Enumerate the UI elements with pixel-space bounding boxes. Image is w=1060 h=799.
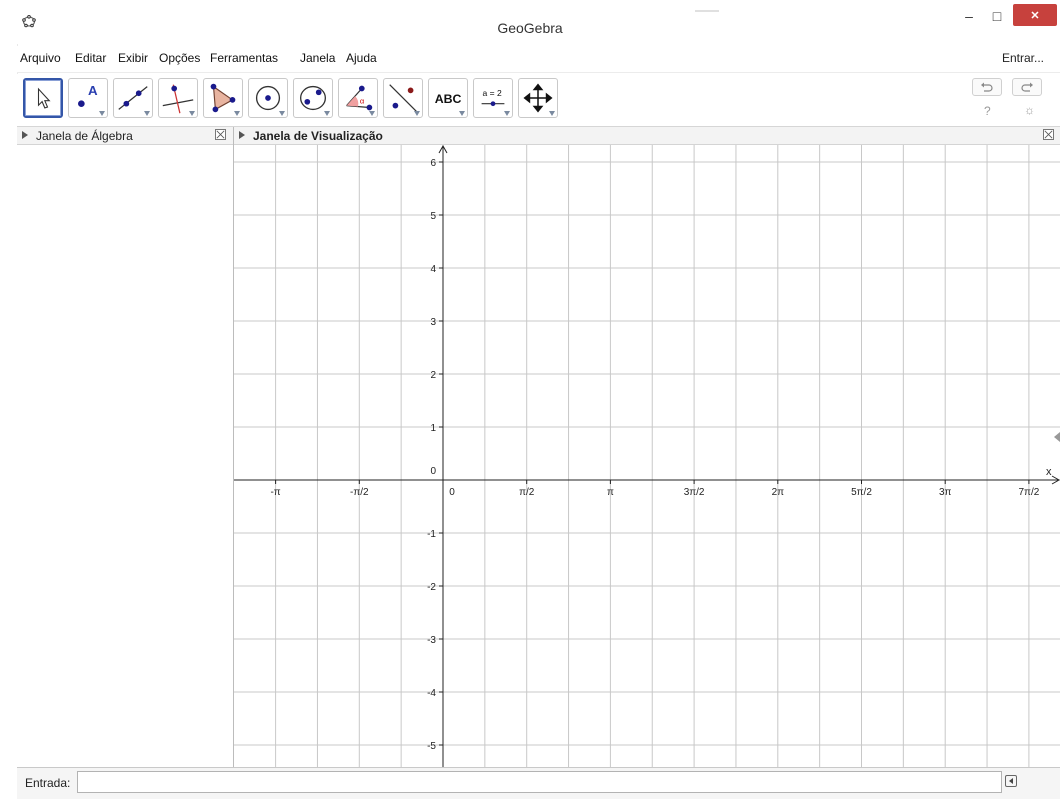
undo-icon — [981, 82, 993, 92]
slider-tool-label: a = 2 — [483, 88, 502, 98]
help-icon[interactable]: ? — [984, 104, 991, 118]
text-tool-button[interactable]: ABC — [428, 78, 468, 118]
algebra-view-title: Janela de Álgebra — [36, 129, 133, 143]
input-field[interactable] — [77, 771, 1002, 793]
x-tick-label: π — [607, 487, 614, 498]
redo-icon — [1021, 82, 1033, 92]
maximize-icon: □ — [992, 8, 1002, 24]
graphics-view-header: Janela de Visualização — [234, 127, 1060, 145]
move-tool-button[interactable] — [23, 78, 63, 118]
close-icon: ✕ — [1030, 9, 1040, 22]
undo-redo-area: ? ☼ — [972, 78, 1048, 122]
redo-button[interactable] — [1012, 78, 1042, 96]
close-button[interactable]: ✕ — [1013, 4, 1057, 26]
collapse-arrow-icon[interactable] — [239, 131, 245, 139]
line-tool-button[interactable] — [113, 78, 153, 118]
menu-opcoes[interactable]: Opções — [159, 51, 200, 65]
close-icon — [216, 130, 225, 139]
graphics-view-title: Janela de Visualização — [253, 129, 383, 143]
x-tick-label: 2π — [772, 487, 785, 498]
x-tick-label: 5π/2 — [851, 487, 872, 498]
close-icon — [1044, 130, 1053, 139]
y-tick-label: -5 — [427, 741, 436, 752]
y-tick-label: -4 — [427, 688, 436, 699]
window-left-edge — [0, 44, 18, 798]
menu-ajuda[interactable]: Ajuda — [346, 51, 377, 65]
x-tick-label: -π — [270, 487, 280, 498]
window-title: GeoGebra — [497, 20, 563, 36]
y-tick-label: 2 — [430, 370, 436, 381]
arrow-icon — [37, 87, 51, 109]
x-tick-label: π/2 — [519, 487, 535, 498]
menu-ferramentas[interactable]: Ferramentas — [210, 51, 278, 65]
minimize-button[interactable]: – — [956, 4, 982, 28]
y-tick-label: 1 — [430, 423, 436, 434]
input-help-icon[interactable] — [1005, 775, 1017, 787]
dropdown-triangle-icon — [504, 111, 510, 116]
input-bar: Entrada: — [17, 767, 1060, 799]
dropdown-triangle-icon — [99, 111, 105, 116]
point-tool-button[interactable]: A — [68, 78, 108, 118]
menu-janela[interactable]: Janela — [300, 51, 335, 65]
x-tick-label: 3π — [939, 487, 952, 498]
menu-editar[interactable]: Editar — [75, 51, 106, 65]
dropdown-triangle-icon — [369, 111, 375, 116]
drag-mark — [695, 10, 719, 12]
graphics-view[interactable]: Janela de Visualização -π -π/2 0 π/2 π 3π/2 2π… — [234, 127, 1060, 767]
x-tick-label: 0 — [449, 487, 455, 498]
slider-tool-button[interactable]: a = 2 — [473, 78, 513, 118]
circle-tool-button[interactable] — [248, 78, 288, 118]
dropdown-triangle-icon — [414, 111, 420, 116]
dropdown-triangle-icon — [234, 111, 240, 116]
title-bar: GeoGebra – □ ✕ — [0, 0, 1060, 44]
menu-exibir[interactable]: Exibir — [118, 51, 148, 65]
algebra-view-header: Janela de Álgebra — [17, 127, 233, 145]
maximize-button[interactable]: □ — [984, 4, 1010, 28]
settings-icon[interactable]: ☼ — [1024, 103, 1035, 117]
y-tick-label: -1 — [427, 529, 436, 540]
coordinate-plane[interactable]: -π -π/2 0 π/2 π 3π/2 2π 5π/2 3π 7π/2 x 6 5 4 3 2 1 0 -1 -2 -… — [234, 145, 1060, 767]
y-tick-label: 0 — [430, 466, 436, 477]
minimize-icon: – — [965, 8, 973, 24]
graphics-close-button[interactable] — [1043, 129, 1054, 140]
algebra-close-button[interactable] — [215, 129, 226, 140]
point-tool-label: A — [88, 83, 98, 98]
angle-tool-button[interactable]: α — [338, 78, 378, 118]
y-tick-label: -2 — [427, 582, 436, 593]
reflect-tool-button[interactable] — [383, 78, 423, 118]
polygon-tool-button[interactable] — [203, 78, 243, 118]
dropdown-triangle-icon — [324, 111, 330, 116]
ellipse-tool-button[interactable] — [293, 78, 333, 118]
menu-bar: Arquivo Editar Exibir Opções Ferramentas… — [17, 46, 1060, 73]
dropdown-triangle-icon — [144, 111, 150, 116]
perpendicular-tool-button[interactable] — [158, 78, 198, 118]
x-tick-label: -π/2 — [350, 487, 369, 498]
y-tick-label: 6 — [430, 158, 436, 169]
angle-tool-label: α — [360, 97, 365, 106]
input-label: Entrada: — [25, 776, 71, 790]
dropdown-triangle-icon — [189, 111, 195, 116]
y-tick-label: 5 — [430, 211, 436, 222]
algebra-view[interactable]: Janela de Álgebra — [17, 127, 234, 767]
x-axis-label: x — [1046, 466, 1052, 478]
menu-arquivo[interactable]: Arquivo — [20, 51, 61, 65]
login-link[interactable]: Entrar... — [1002, 51, 1044, 65]
y-tick-label: 3 — [430, 317, 436, 328]
x-tick-label: 7π/2 — [1018, 487, 1039, 498]
toolbar: A α ABC a = 2 ? ☼ — [17, 74, 1060, 127]
x-tick-label: 3π/2 — [684, 487, 705, 498]
collapse-arrow-icon[interactable] — [22, 131, 28, 139]
dropdown-triangle-icon — [279, 111, 285, 116]
side-panel-handle-icon[interactable] — [1054, 432, 1060, 442]
y-tick-label: -3 — [427, 635, 436, 646]
undo-button[interactable] — [972, 78, 1002, 96]
panels-area: Janela de Álgebra Janela de Visualização… — [17, 127, 1060, 767]
dropdown-triangle-icon — [459, 111, 465, 116]
text-tool-label: ABC — [435, 92, 462, 106]
move-view-tool-button[interactable] — [518, 78, 558, 118]
y-tick-label: 4 — [430, 264, 436, 275]
dropdown-triangle-icon — [549, 111, 555, 116]
